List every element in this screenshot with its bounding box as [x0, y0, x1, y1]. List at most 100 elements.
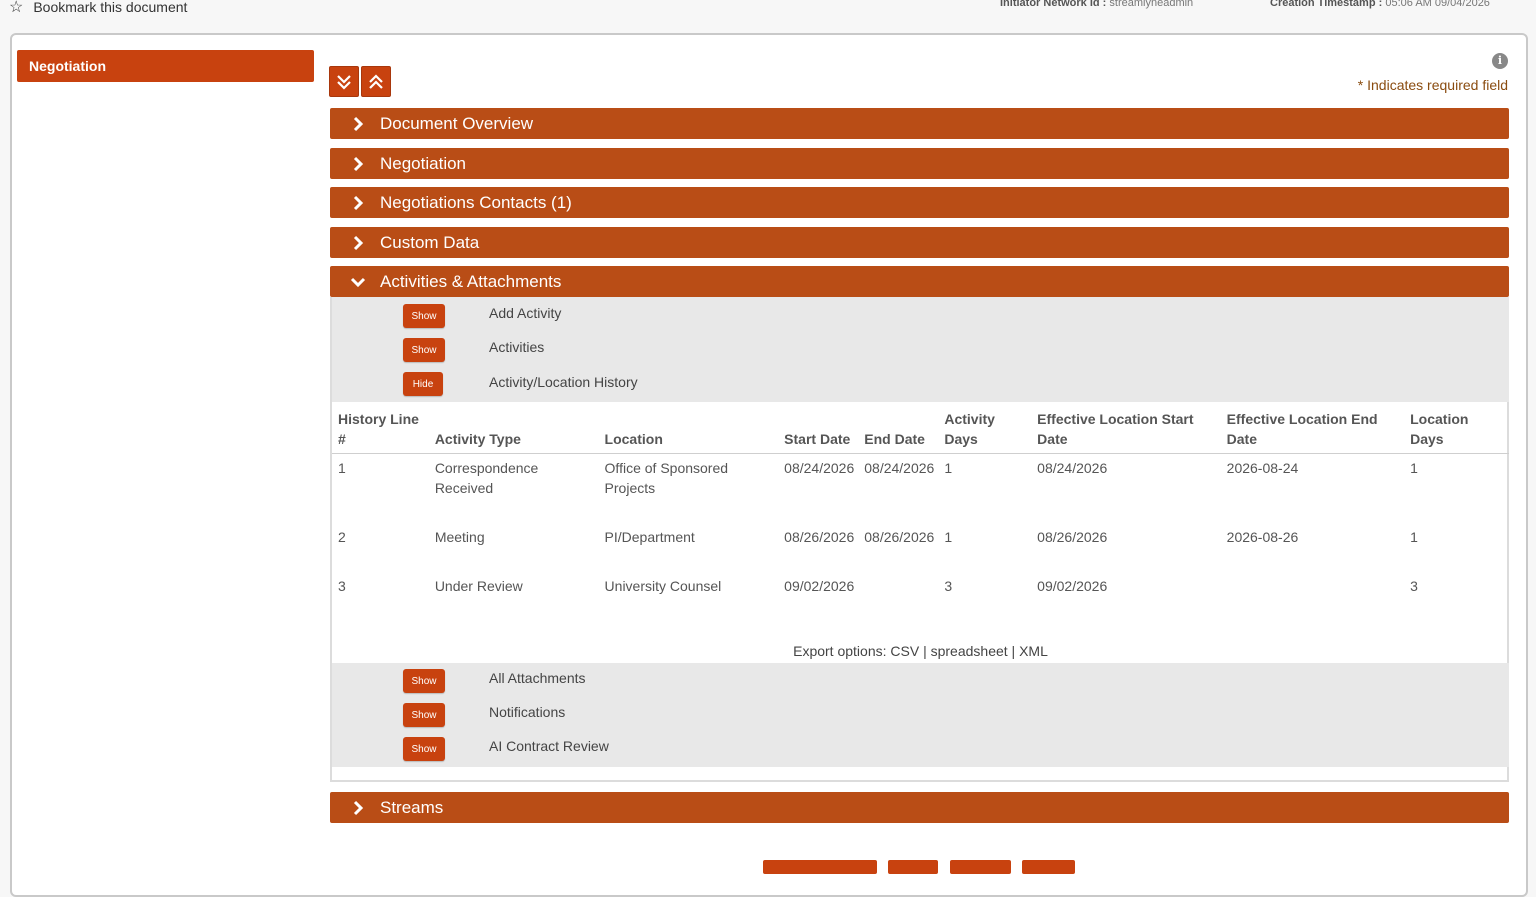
col-header-activity-type: Activity Type [428, 405, 599, 454]
col-header-eff-loc-start: Effective Location Start Date [1031, 405, 1221, 454]
export-options: Export options: CSV | spreadsheet | XML [332, 643, 1509, 659]
table-cell: 3 [1410, 577, 1418, 594]
toggle-label: Notifications [489, 704, 566, 720]
show-all-attachments-button[interactable]: Show [403, 669, 445, 693]
chevron-down-icon [350, 274, 374, 290]
table-cell: Correspondence Received [434, 460, 539, 496]
col-header-history-line: History Line # [332, 405, 429, 454]
table-header-row: History Line # Activity Type Location St… [332, 405, 1509, 454]
toggle-row-activities: Show Activities [332, 336, 1332, 366]
table-cell [858, 572, 938, 621]
show-add-activity-button[interactable]: Show [403, 304, 445, 328]
toggle-label: All Attachments [489, 670, 586, 686]
export-csv-link[interactable]: CSV [890, 643, 919, 659]
toggle-row-all-attachments: Show All Attachments [332, 667, 1332, 697]
export-prefix: Export options: [793, 643, 887, 659]
table-cell: 3 [944, 577, 953, 594]
col-header-location-days: Location Days [1404, 405, 1509, 454]
table-cell: 09/02/2026 [1037, 577, 1108, 594]
action-button[interactable] [950, 860, 1011, 874]
table-cell: 2026-08-26 [1226, 528, 1299, 545]
table-cell: 08/26/2026 [784, 528, 855, 545]
table-cell: 08/26/2026 [1037, 528, 1108, 545]
creation-timestamp: Creation Timestamp : 05:06 AM 09/04/2026 [1270, 0, 1490, 9]
toggle-row-notifications: Show Notifications [332, 701, 1332, 731]
panel-negotiation[interactable]: Negotiation [330, 148, 1509, 179]
table-cell: University Counsel [604, 577, 722, 594]
table-cell: PI/Department [604, 528, 695, 545]
action-button[interactable] [888, 860, 938, 874]
toggle-label: Activities [489, 339, 545, 355]
export-spreadsheet-link[interactable]: spreadsheet [931, 643, 1008, 659]
info-icon[interactable]: i [1492, 53, 1508, 69]
table-cell: 08/24/2026 [1037, 460, 1108, 476]
table-row: 1 Correspondence Received Office of Spon… [332, 454, 1509, 523]
bookmark-link[interactable]: ☆ Bookmark this document [9, 0, 187, 17]
panel-title: Streams [380, 797, 444, 817]
toggle-label: AI Contract Review [489, 738, 609, 754]
panel-custom-data[interactable]: Custom Data [330, 227, 1509, 258]
table-cell: 1 [944, 528, 953, 545]
collapse-all-button[interactable] [361, 66, 391, 97]
panel-title: Document Overview [380, 113, 534, 133]
toggle-row-ai-contract-review: Show AI Contract Review [332, 735, 1332, 765]
panel-title: Negotiation [380, 153, 467, 173]
panel-negotiations-contacts[interactable]: Negotiations Contacts (1) [330, 187, 1509, 218]
export-separator: | [919, 643, 931, 659]
table-cell: Office of Sponsored Projects [604, 460, 729, 496]
panel-activities-attachments[interactable]: Activities & Attachments [330, 266, 1509, 297]
chevron-right-icon [350, 195, 374, 211]
attachments-toggle-group: Show All Attachments Show Notifications … [332, 663, 1509, 767]
show-activities-button[interactable]: Show [403, 338, 445, 362]
show-notifications-button[interactable]: Show [403, 703, 445, 727]
table-row: 3 Under Review University Counsel 09/02/… [332, 572, 1509, 621]
toggle-label: Add Activity [489, 305, 562, 321]
creation-value: 05:06 AM 09/04/2026 [1385, 0, 1490, 9]
initiator-label: Initiator Network Id : [1000, 0, 1107, 9]
table-cell: 09/02/2026 [784, 577, 855, 594]
export-xml-link[interactable]: XML [1019, 643, 1048, 659]
panel-streams[interactable]: Streams [330, 792, 1509, 823]
table-cell: Meeting [434, 528, 485, 545]
initiator-value: streamlyneadmin [1109, 0, 1194, 9]
col-header-location: Location [598, 405, 779, 454]
star-icon: ☆ [9, 0, 24, 16]
table-cell [1221, 572, 1404, 621]
creation-label: Creation Timestamp : [1270, 0, 1383, 9]
initiator-network-id: Initiator Network Id : streamlyneadmin [1000, 0, 1193, 9]
hide-activity-location-history-button[interactable]: Hide [403, 372, 443, 396]
panel-document-overview[interactable]: Document Overview [330, 108, 1509, 139]
table-cell: 08/26/2026 [864, 528, 935, 545]
top-bar: ☆ Bookmark this document Initiator Netwo… [0, 0, 1536, 18]
action-button[interactable] [1022, 860, 1075, 874]
col-header-eff-loc-end: Effective Location End Date [1220, 405, 1405, 454]
toggle-row-add-activity: Show Add Activity [332, 302, 1332, 332]
table-row: 2 Meeting PI/Department 08/26/2026 08/26… [332, 523, 1509, 572]
table-cell: Under Review [434, 577, 523, 594]
table-cell: 1 [338, 460, 346, 476]
toggle-row-activity-location-history: Hide Activity/Location History [332, 370, 1332, 400]
table-cell: 08/24/2026 [864, 460, 935, 476]
chevron-right-icon [350, 235, 374, 251]
activities-toggle-group: Show Add Activity Show Activities Hide A… [332, 297, 1509, 402]
table-cell: 1 [1410, 460, 1418, 476]
double-chevron-up-icon [369, 73, 383, 89]
chevron-right-icon [350, 156, 374, 172]
export-separator: | [1007, 643, 1020, 659]
col-header-activity-days: Activity Days [938, 405, 1032, 454]
activity-location-history-table: History Line # Activity Type Location St… [332, 405, 1509, 621]
table-cell: 1 [944, 460, 953, 476]
sidebar-item-negotiation[interactable]: Negotiation [17, 50, 314, 82]
show-ai-contract-review-button[interactable]: Show [403, 737, 445, 761]
activities-attachments-body: Show Add Activity Show Activities Hide A… [330, 297, 1509, 782]
toggle-label: Activity/Location History [489, 374, 638, 390]
col-header-start-date: Start Date [778, 405, 859, 454]
table-cell: 08/24/2026 [784, 460, 855, 476]
panel-title: Activities & Attachments [380, 271, 562, 291]
expand-all-button[interactable] [329, 66, 359, 97]
bookmark-label: Bookmark this document [33, 0, 188, 15]
action-button[interactable] [763, 860, 877, 874]
col-header-end-date: End Date [858, 405, 939, 454]
table-cell: 1 [1410, 528, 1418, 545]
table-cell: 2026-08-24 [1226, 460, 1299, 476]
